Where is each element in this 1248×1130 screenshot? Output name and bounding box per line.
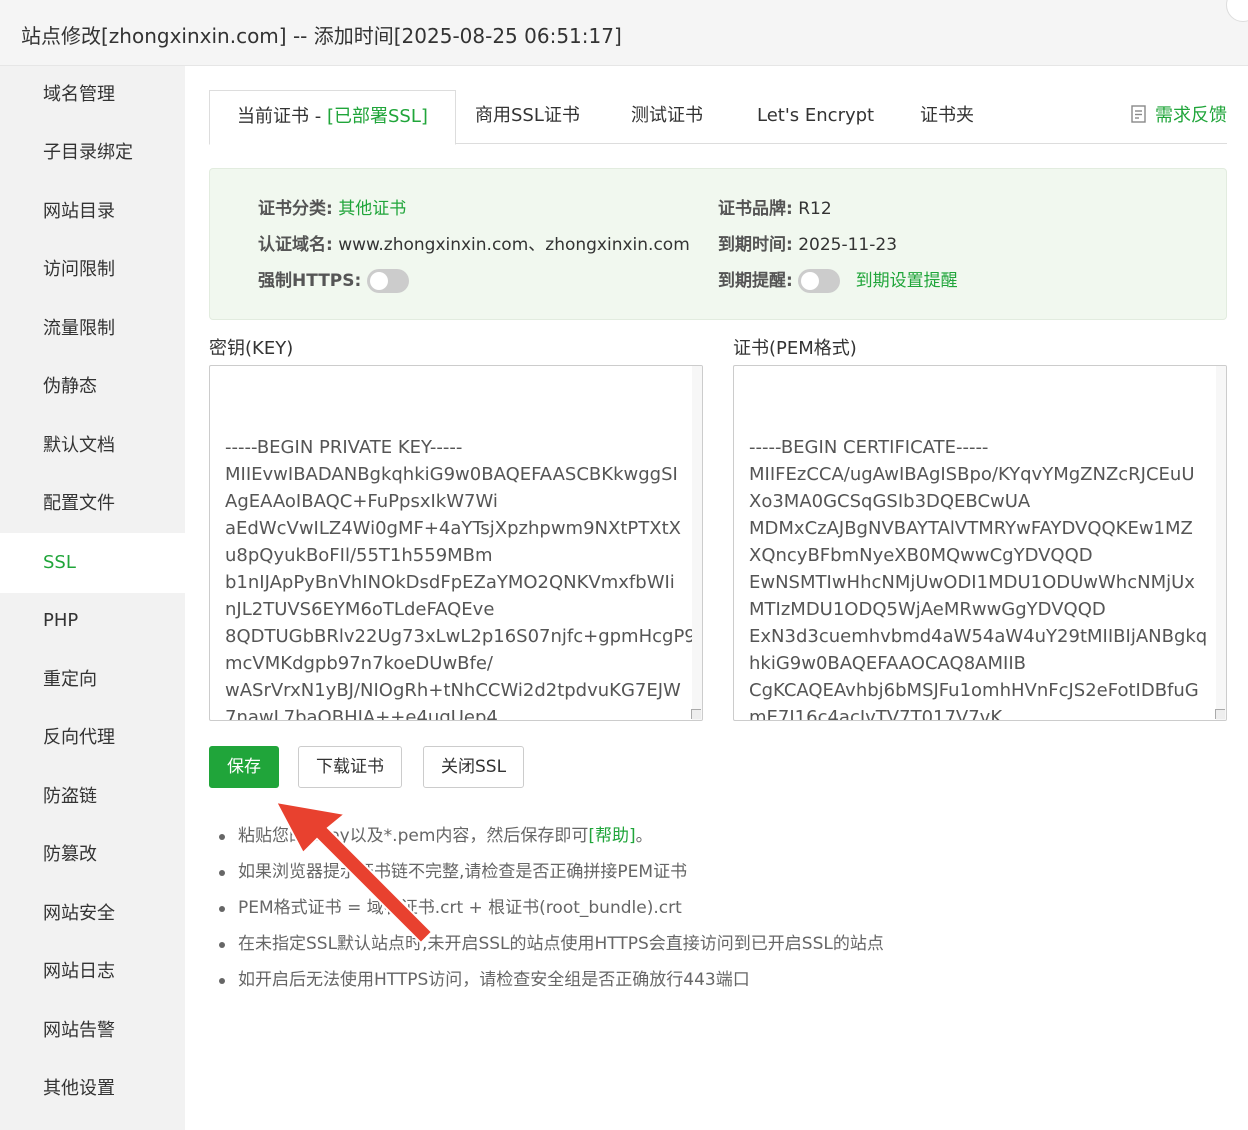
sidebar-item-access-limit[interactable]: 访问限制	[0, 241, 185, 299]
tip-item: 粘贴您的*.key以及*.pem内容，然后保存即可[帮助]。	[219, 818, 884, 854]
sidebar-item-other[interactable]: 其他设置	[0, 1060, 185, 1118]
tips-list: 粘贴您的*.key以及*.pem内容，然后保存即可[帮助]。 如果浏览器提示证书…	[219, 818, 884, 998]
feedback-link[interactable]: 需求反馈	[1129, 90, 1227, 144]
force-https: 强制HTTPS:	[258, 269, 419, 293]
window-header: 站点修改[zhongxinxin.com] -- 添加时间[2025-08-25…	[0, 0, 1248, 66]
expire-reminder-label: 到期提醒:	[718, 271, 793, 291]
window-title: 站点修改[zhongxinxin.com] -- 添加时间[2025-08-25…	[21, 24, 622, 48]
sidebar-item-domain[interactable]: 域名管理	[0, 66, 185, 124]
key-content: -----BEGIN PRIVATE KEY----- MIIEvwIBADAN…	[225, 437, 696, 721]
expire-reminder-toggle[interactable]	[798, 269, 841, 293]
resize-handle-icon[interactable]	[691, 709, 701, 719]
tab-current-label: 当前证书 -	[237, 106, 327, 127]
sidebar-item-site-dir[interactable]: 网站目录	[0, 183, 185, 241]
sidebar-item-traffic-limit[interactable]: 流量限制	[0, 300, 185, 358]
force-https-label: 强制HTTPS:	[258, 271, 362, 291]
close-ssl-button[interactable]: 关闭SSL	[423, 746, 525, 788]
cert-expire-value: 2025-11-23	[798, 235, 898, 255]
tab-commercial-ssl[interactable]: 商用SSL证书	[475, 90, 580, 144]
cert-brand-label: 证书品牌:	[718, 199, 793, 219]
save-button[interactable]: 保存	[209, 746, 279, 788]
toggle-knob	[369, 272, 388, 290]
sidebar-item-ssl[interactable]: SSL	[0, 533, 185, 593]
tip-item: 如果浏览器提示证书链不完整,请检查是否正确拼接PEM证书	[219, 854, 884, 890]
cert-content: -----BEGIN CERTIFICATE----- MIIFEzCCA/ug…	[749, 437, 1208, 721]
sidebar: 域名管理 子目录绑定 网站目录 访问限制 流量限制 伪静态 默认文档 配置文件 …	[0, 66, 185, 1130]
tab-test-cert[interactable]: 测试证书	[631, 90, 703, 144]
tab-cert-folder[interactable]: 证书夹	[920, 90, 974, 144]
tab-letsencrypt[interactable]: Let's Encrypt	[757, 90, 874, 144]
sidebar-item-redirect[interactable]: 重定向	[0, 651, 185, 709]
cert-domain-value: www.zhongxinxin.com、zhongxinxin.com	[338, 235, 690, 255]
cert-domain-label: 认证域名:	[258, 235, 333, 255]
cert-category-label: 证书分类:	[258, 199, 333, 219]
sidebar-item-hotlink[interactable]: 防盗链	[0, 768, 185, 826]
sidebar-item-security[interactable]: 网站安全	[0, 885, 185, 943]
ssl-status: [已部署SSL]	[326, 106, 428, 127]
sidebar-item-alerts[interactable]: 网站告警	[0, 1002, 185, 1060]
download-cert-button[interactable]: 下载证书	[298, 746, 402, 788]
sidebar-item-reverse-proxy[interactable]: 反向代理	[0, 709, 185, 767]
help-link[interactable]: [帮助]	[588, 826, 635, 846]
feedback-label: 需求反馈	[1155, 105, 1227, 126]
tip-item: 如开启后无法使用HTTPS访问，请检查安全组是否正确放行443端口	[219, 962, 884, 998]
sidebar-item-tamper[interactable]: 防篡改	[0, 826, 185, 884]
resize-handle-icon[interactable]	[1215, 709, 1225, 719]
sidebar-item-rewrite[interactable]: 伪静态	[0, 358, 185, 416]
cert-domain: 认证域名: www.zhongxinxin.com、zhongxinxin.co…	[258, 233, 690, 257]
cert-textarea[interactable]: -----BEGIN CERTIFICATE----- MIIFEzCCA/ug…	[733, 365, 1227, 721]
cert-expire: 到期时间: 2025-11-23	[718, 233, 897, 257]
key-scrollbar[interactable]	[692, 366, 702, 720]
cert-brand-value: R12	[798, 199, 832, 219]
cert-category: 证书分类: 其他证书	[258, 197, 406, 221]
sidebar-item-php[interactable]: PHP	[0, 592, 185, 650]
sidebar-item-logs[interactable]: 网站日志	[0, 943, 185, 1001]
force-https-toggle[interactable]	[366, 269, 409, 293]
tab-current-cert[interactable]: 当前证书 - [已部署SSL]	[209, 90, 456, 145]
cert-info-box: 证书分类: 其他证书 证书品牌: R12 认证域名: www.zhongxinx…	[209, 168, 1227, 320]
tip-suffix: 。	[635, 826, 653, 846]
cert-expire-label: 到期时间:	[718, 235, 793, 255]
set-reminder-link[interactable]: 到期设置提醒	[856, 271, 958, 291]
toggle-knob	[801, 272, 820, 290]
cert-scrollbar[interactable]	[1216, 366, 1226, 720]
sidebar-item-config[interactable]: 配置文件	[0, 475, 185, 533]
edit-note-icon	[1131, 105, 1146, 123]
tip-item: 在未指定SSL默认站点时,未开启SSL的站点使用HTTPS会直接访问到已开启SS…	[219, 926, 884, 962]
cert-category-value: 其他证书	[338, 199, 407, 219]
key-label: 密钥(KEY)	[209, 338, 294, 359]
cert-brand: 证书品牌: R12	[718, 197, 832, 221]
sidebar-item-subdir[interactable]: 子目录绑定	[0, 124, 185, 182]
ssl-tabs: 当前证书 - [已部署SSL] 商用SSL证书 测试证书 Let's Encry…	[209, 90, 1227, 145]
tip-item: PEM格式证书 = 域名证书.crt + 根证书(root_bundle).cr…	[219, 890, 884, 926]
sidebar-item-default-doc[interactable]: 默认文档	[0, 417, 185, 475]
key-textarea[interactable]: -----BEGIN PRIVATE KEY----- MIIEvwIBADAN…	[209, 365, 703, 721]
cert-label: 证书(PEM格式)	[733, 338, 857, 359]
tip-text: 粘贴您的*.key以及*.pem内容，然后保存即可	[238, 826, 589, 846]
expire-reminder: 到期提醒: 到期设置提醒	[718, 269, 958, 293]
